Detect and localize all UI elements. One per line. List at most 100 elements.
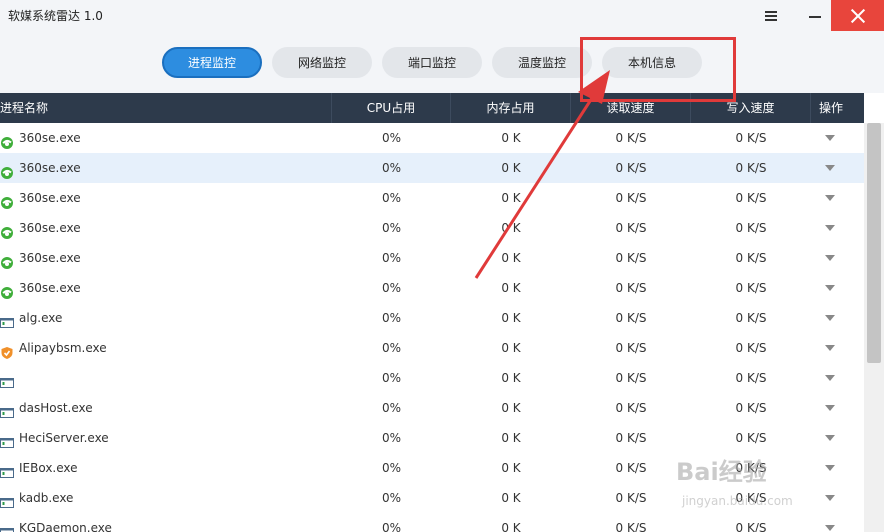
row-actions-dropdown[interactable] [811, 333, 864, 363]
write-speed: 0 K/S [735, 401, 767, 415]
memory-usage: 0 K [501, 131, 521, 145]
360-browser-icon [0, 161, 14, 179]
360-browser-icon [0, 221, 14, 239]
close-icon [851, 9, 865, 23]
generic-app-icon [0, 371, 14, 388]
process-name: 360se.exe [19, 251, 81, 265]
write-speed: 0 K/S [735, 191, 767, 205]
chevron-down-icon [825, 255, 835, 261]
chevron-down-icon [825, 225, 835, 231]
cpu-usage: 0% [381, 251, 402, 265]
process-name: dasHost.exe [19, 401, 93, 415]
chevron-down-icon [825, 405, 835, 411]
memory-usage: 0 K [501, 281, 521, 295]
memory-usage: 0 K [501, 371, 521, 385]
menu-button[interactable] [749, 0, 793, 31]
row-actions-dropdown[interactable] [811, 363, 864, 393]
process-name: 360se.exe [19, 221, 81, 235]
chevron-down-icon [825, 345, 835, 351]
row-actions-dropdown[interactable] [811, 393, 864, 423]
cpu-usage: 0% [381, 401, 402, 415]
annotation-highlight-box [580, 37, 736, 102]
title-bar: 软媒系统雷达 1.0 [0, 0, 884, 31]
process-name-cell [0, 363, 332, 393]
memory-usage: 0 K [501, 461, 521, 475]
row-actions-dropdown[interactable] [811, 123, 864, 153]
cpu-usage: 0% [381, 461, 402, 475]
cpu-usage: 0% [381, 131, 402, 145]
chevron-down-icon [825, 135, 835, 141]
table-row[interactable]: 360se.exe 0% 0 K 0 K/S 0 K/S [0, 183, 864, 213]
table-row[interactable]: Alipaybsm.exe 0% 0 K 0 K/S 0 K/S [0, 333, 864, 363]
table-row[interactable]: dasHost.exe 0% 0 K 0 K/S 0 K/S [0, 393, 864, 423]
row-actions-dropdown[interactable] [811, 513, 864, 532]
tab-process-monitor[interactable]: 进程监控 [162, 47, 262, 78]
chevron-down-icon [825, 525, 835, 531]
watermark-logo: Bai经验 [676, 458, 767, 486]
write-speed: 0 K/S [735, 131, 767, 145]
chevron-down-icon [825, 375, 835, 381]
read-speed: 0 K/S [615, 311, 647, 325]
minimize-icon [809, 15, 821, 18]
generic-app-icon [0, 491, 14, 508]
row-actions-dropdown[interactable] [811, 153, 864, 183]
write-speed: 0 K/S [735, 341, 767, 355]
hamburger-icon [765, 9, 777, 23]
cpu-usage: 0% [381, 281, 402, 295]
process-name-cell: 360se.exe [0, 183, 332, 213]
close-button[interactable] [831, 0, 884, 31]
process-name-cell: alg.exe [0, 303, 332, 333]
process-name-cell: kadb.exe [0, 483, 332, 513]
read-speed: 0 K/S [615, 281, 647, 295]
table-row[interactable]: 360se.exe 0% 0 K 0 K/S 0 K/S [0, 213, 864, 243]
read-speed: 0 K/S [615, 461, 647, 475]
memory-usage: 0 K [501, 431, 521, 445]
tab-temperature-monitor[interactable]: 温度监控 [492, 47, 592, 78]
memory-usage: 0 K [501, 191, 521, 205]
row-actions-dropdown[interactable] [811, 243, 864, 273]
table-row[interactable]: 0% 0 K 0 K/S 0 K/S [0, 363, 864, 393]
row-actions-dropdown[interactable] [811, 273, 864, 303]
cpu-usage: 0% [381, 431, 402, 445]
row-actions-dropdown[interactable] [811, 423, 864, 453]
tab-port-monitor[interactable]: 端口监控 [382, 47, 482, 78]
row-actions-dropdown[interactable] [811, 453, 864, 483]
cpu-usage: 0% [381, 221, 402, 235]
cpu-usage: 0% [381, 341, 402, 355]
process-name: 360se.exe [19, 191, 81, 205]
table-row[interactable]: 360se.exe 0% 0 K 0 K/S 0 K/S [0, 153, 864, 183]
row-actions-dropdown[interactable] [811, 303, 864, 333]
process-name: Alipaybsm.exe [19, 341, 107, 355]
table-row[interactable]: 360se.exe 0% 0 K 0 K/S 0 K/S [0, 123, 864, 153]
table-row[interactable]: KGDaemon.exe 0% 0 K 0 K/S 0 K/S [0, 513, 864, 532]
tab-network-monitor[interactable]: 网络监控 [272, 47, 372, 78]
watermark-url: jingyan.baidu.com [682, 494, 793, 508]
memory-usage: 0 K [501, 401, 521, 415]
chevron-down-icon [825, 435, 835, 441]
scrollbar-thumb[interactable] [867, 123, 881, 363]
write-speed: 0 K/S [735, 251, 767, 265]
360-browser-icon [0, 251, 14, 269]
generic-app-icon [0, 461, 14, 478]
column-header-memory[interactable]: 内存占用 [451, 93, 571, 123]
row-actions-dropdown[interactable] [811, 483, 864, 513]
column-header-name[interactable]: 进程名称 [0, 93, 332, 123]
table-row[interactable]: 360se.exe 0% 0 K 0 K/S 0 K/S [0, 273, 864, 303]
process-name: KGDaemon.exe [19, 521, 112, 532]
read-speed: 0 K/S [615, 191, 647, 205]
column-header-cpu[interactable]: CPU占用 [332, 93, 451, 123]
process-name: 360se.exe [19, 131, 81, 145]
table-row[interactable]: HeciServer.exe 0% 0 K 0 K/S 0 K/S [0, 423, 864, 453]
row-actions-dropdown[interactable] [811, 183, 864, 213]
chevron-down-icon [825, 285, 835, 291]
memory-usage: 0 K [501, 251, 521, 265]
table-row[interactable]: 360se.exe 0% 0 K 0 K/S 0 K/S [0, 243, 864, 273]
write-speed: 0 K/S [735, 311, 767, 325]
memory-usage: 0 K [501, 341, 521, 355]
row-actions-dropdown[interactable] [811, 213, 864, 243]
cpu-usage: 0% [381, 191, 402, 205]
memory-usage: 0 K [501, 491, 521, 505]
table-row[interactable]: alg.exe 0% 0 K 0 K/S 0 K/S [0, 303, 864, 333]
chevron-down-icon [825, 165, 835, 171]
read-speed: 0 K/S [615, 221, 647, 235]
